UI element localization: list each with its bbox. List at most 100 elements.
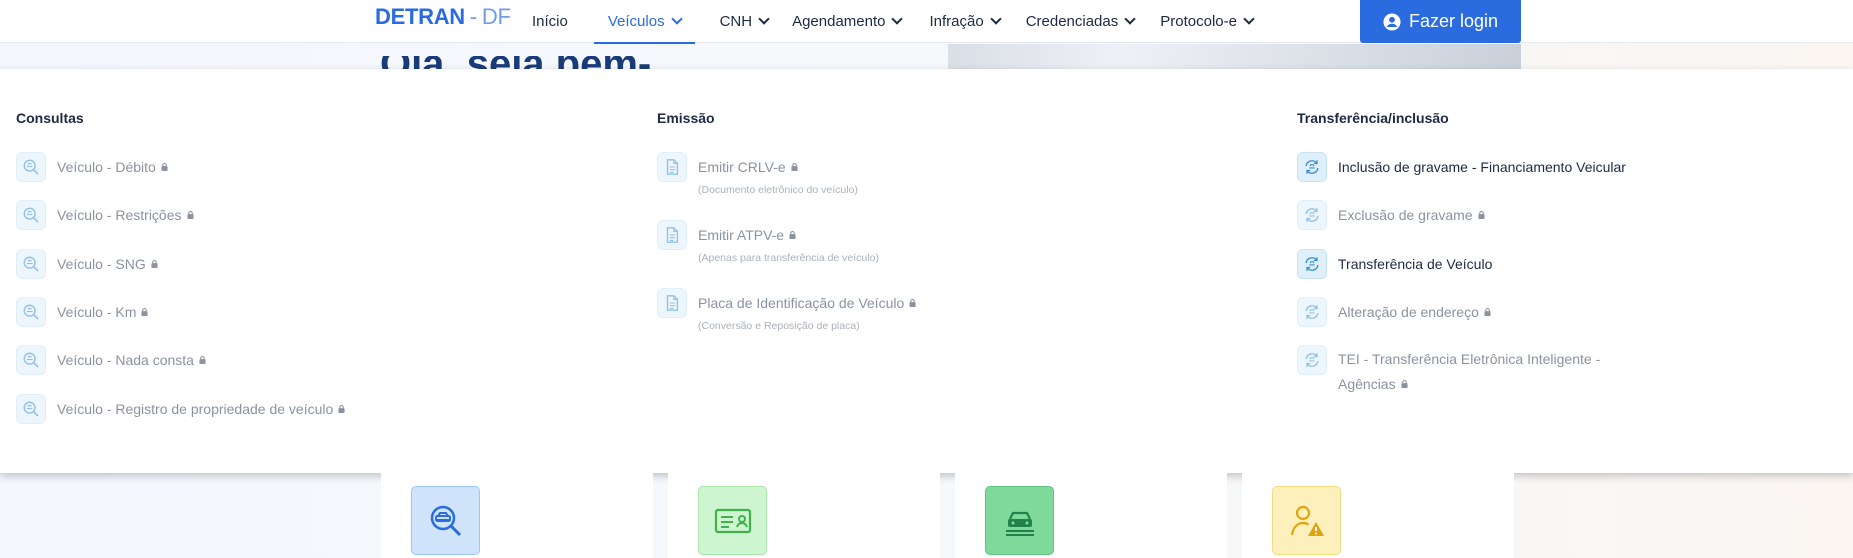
menu-item-tei-agencias[interactable]: TEI - Transferência Eletrônica Inteligen… (1297, 345, 1628, 397)
column-title: Emissão (657, 110, 715, 126)
chevron-down-icon (891, 13, 904, 25)
menu-item-transferencia-veiculo[interactable]: Transferência de Veículo (1297, 249, 1492, 279)
search-car-icon (16, 152, 46, 182)
hero-title: Olá, seja bem-vindo (380, 56, 740, 70)
chevron-down-icon (1124, 13, 1136, 25)
search-car-icon (16, 394, 46, 424)
nav-inicio[interactable]: Início (532, 0, 568, 43)
menu-item-label: Veículo - SNG (57, 256, 146, 272)
menu-item-placa-identificacao[interactable]: Placa de Identificação de Veículo (Conver… (657, 288, 916, 332)
chevron-down-icon (990, 13, 1002, 25)
transfer-car-icon (1297, 345, 1327, 375)
nav-agendamento[interactable]: Agendamento (792, 0, 904, 43)
nav-label: Agendamento (792, 13, 886, 30)
logo-text: DETRAN (375, 4, 465, 29)
nav-label: Início (532, 13, 568, 30)
lock-icon (1401, 380, 1408, 388)
id-card-icon (698, 486, 767, 555)
document-icon (657, 220, 687, 250)
menu-item-label: Veículo - Km (57, 304, 137, 320)
nav-credenciadas[interactable]: Credenciadas (1025, 0, 1136, 43)
lock-icon (186, 211, 194, 219)
chevron-down-icon (758, 13, 770, 25)
menu-item-emitir-atpv-e[interactable]: Emitir ATPV-e (Apenas para transferência … (657, 220, 879, 264)
menu-item-veiculo-km[interactable]: Veículo - Km (16, 297, 148, 327)
nav-label: CNH (719, 13, 753, 30)
menu-item-veiculo-restricoes[interactable]: Veículo - Restrições (16, 200, 194, 230)
menu-item-description: (Documento eletrônico do veículo) (698, 184, 858, 196)
nav-label: Veículos (607, 13, 665, 30)
menu-item-label: Veículo - Restrições (57, 207, 182, 223)
search-car-icon (16, 345, 46, 375)
menu-item-label: Transferência de Veículo (1338, 256, 1493, 272)
nav-cnh[interactable]: CNH (719, 0, 770, 43)
search-car-icon (411, 486, 480, 555)
service-card-veiculo[interactable] (955, 473, 1227, 558)
nav-infracao[interactable]: Infração (929, 0, 1002, 43)
menu-item-label: Veículo - Nada consta (57, 352, 194, 368)
service-card-infracao[interactable] (1242, 473, 1514, 558)
menu-item-description: (Apenas para transferência de veículo) (698, 252, 879, 264)
logo-uf: DF (481, 4, 511, 29)
lock-icon (338, 405, 345, 413)
menu-item-label: Placa de Identificação de Veículo (698, 295, 905, 311)
main-nav: Início Veículos CNH Agendamento Infração… (532, 0, 1255, 44)
logo-separator: - (469, 4, 477, 29)
login-label: Fazer login (1408, 11, 1499, 31)
search-car-icon (16, 200, 46, 230)
search-car-icon (16, 297, 46, 327)
menu-item-label: Alteração de endereço (1338, 304, 1479, 320)
menu-item-label: Emitir CRLV-e (698, 159, 786, 175)
car-document-icon (985, 486, 1054, 555)
lock-icon (789, 231, 796, 239)
service-card-consulta[interactable] (381, 473, 653, 558)
lock-icon (141, 308, 148, 316)
menu-item-label: Exclusão de gravame (1338, 207, 1473, 223)
nav-label: Protocolo-e (1160, 13, 1237, 30)
nav-label: Infração (929, 13, 984, 30)
lock-icon (909, 299, 916, 307)
hero-image (948, 44, 1521, 69)
transfer-car-icon (1297, 249, 1327, 279)
transfer-car-icon (1297, 200, 1327, 230)
menu-item-label: TEI - Transferência Eletrônica Inteligen… (1338, 351, 1601, 392)
menu-item-label: Inclusão de gravame - Financiamento Veic… (1338, 159, 1626, 175)
chevron-down-icon (1243, 13, 1255, 25)
search-car-icon (16, 249, 46, 279)
lock-icon (151, 260, 158, 268)
user-circle-icon (1383, 12, 1401, 31)
document-icon (657, 152, 687, 182)
menu-item-description: (Conversão e Reposição de placa) (698, 320, 860, 332)
login-button[interactable]: Fazer login (1360, 0, 1521, 43)
service-card-cnh[interactable] (668, 473, 940, 558)
menu-item-exclusao-gravame[interactable]: Exclusão de gravame (1297, 200, 1485, 230)
nav-protocolo-e[interactable]: Protocolo-e (1160, 0, 1255, 43)
column-title: Consultas (16, 110, 84, 126)
document-icon (657, 288, 687, 318)
lock-icon (791, 163, 798, 171)
veiculos-dropdown-menu: Consultas Veículo - Débito Veículo - Res… (0, 69, 1853, 473)
menu-item-inclusao-gravame[interactable]: Inclusão de gravame - Financiamento Veic… (1297, 152, 1626, 182)
lock-icon (1478, 211, 1485, 219)
chevron-down-icon (670, 13, 683, 25)
menu-item-veiculo-sng[interactable]: Veículo - SNG (16, 249, 158, 279)
hero-title-text: Olá, seja bem-vindo (380, 56, 740, 70)
lock-icon (161, 163, 168, 171)
menu-item-alteracao-endereco[interactable]: Alteração de endereço (1297, 297, 1491, 327)
menu-item-label: Veículo - Débito (57, 159, 156, 175)
nav-label: Credenciadas (1025, 13, 1119, 30)
transfer-car-icon (1297, 152, 1327, 182)
lock-icon (199, 356, 206, 364)
transfer-car-icon (1297, 297, 1327, 327)
menu-item-veiculo-registro-propriedade[interactable]: Veículo - Registro de propriedade de veí… (16, 394, 345, 424)
lock-icon (1484, 308, 1491, 316)
menu-item-label: Emitir ATPV-e (698, 227, 785, 243)
top-navbar: DETRAN - DF Início Veículos CNH Agendament… (0, 0, 1853, 44)
menu-item-veiculo-nada-consta[interactable]: Veículo - Nada consta (16, 345, 206, 375)
menu-item-label: Veículo - Registro de propriedade de veí… (57, 401, 334, 417)
menu-item-emitir-crlv-e[interactable]: Emitir CRLV-e (Documento eletrônico do ve… (657, 152, 858, 196)
detran-logo[interactable]: DETRAN - DF (375, 4, 511, 30)
user-warning-icon (1272, 486, 1341, 555)
nav-veiculos[interactable]: Veículos (593, 0, 695, 44)
menu-item-veiculo-debito[interactable]: Veículo - Débito (16, 152, 168, 182)
